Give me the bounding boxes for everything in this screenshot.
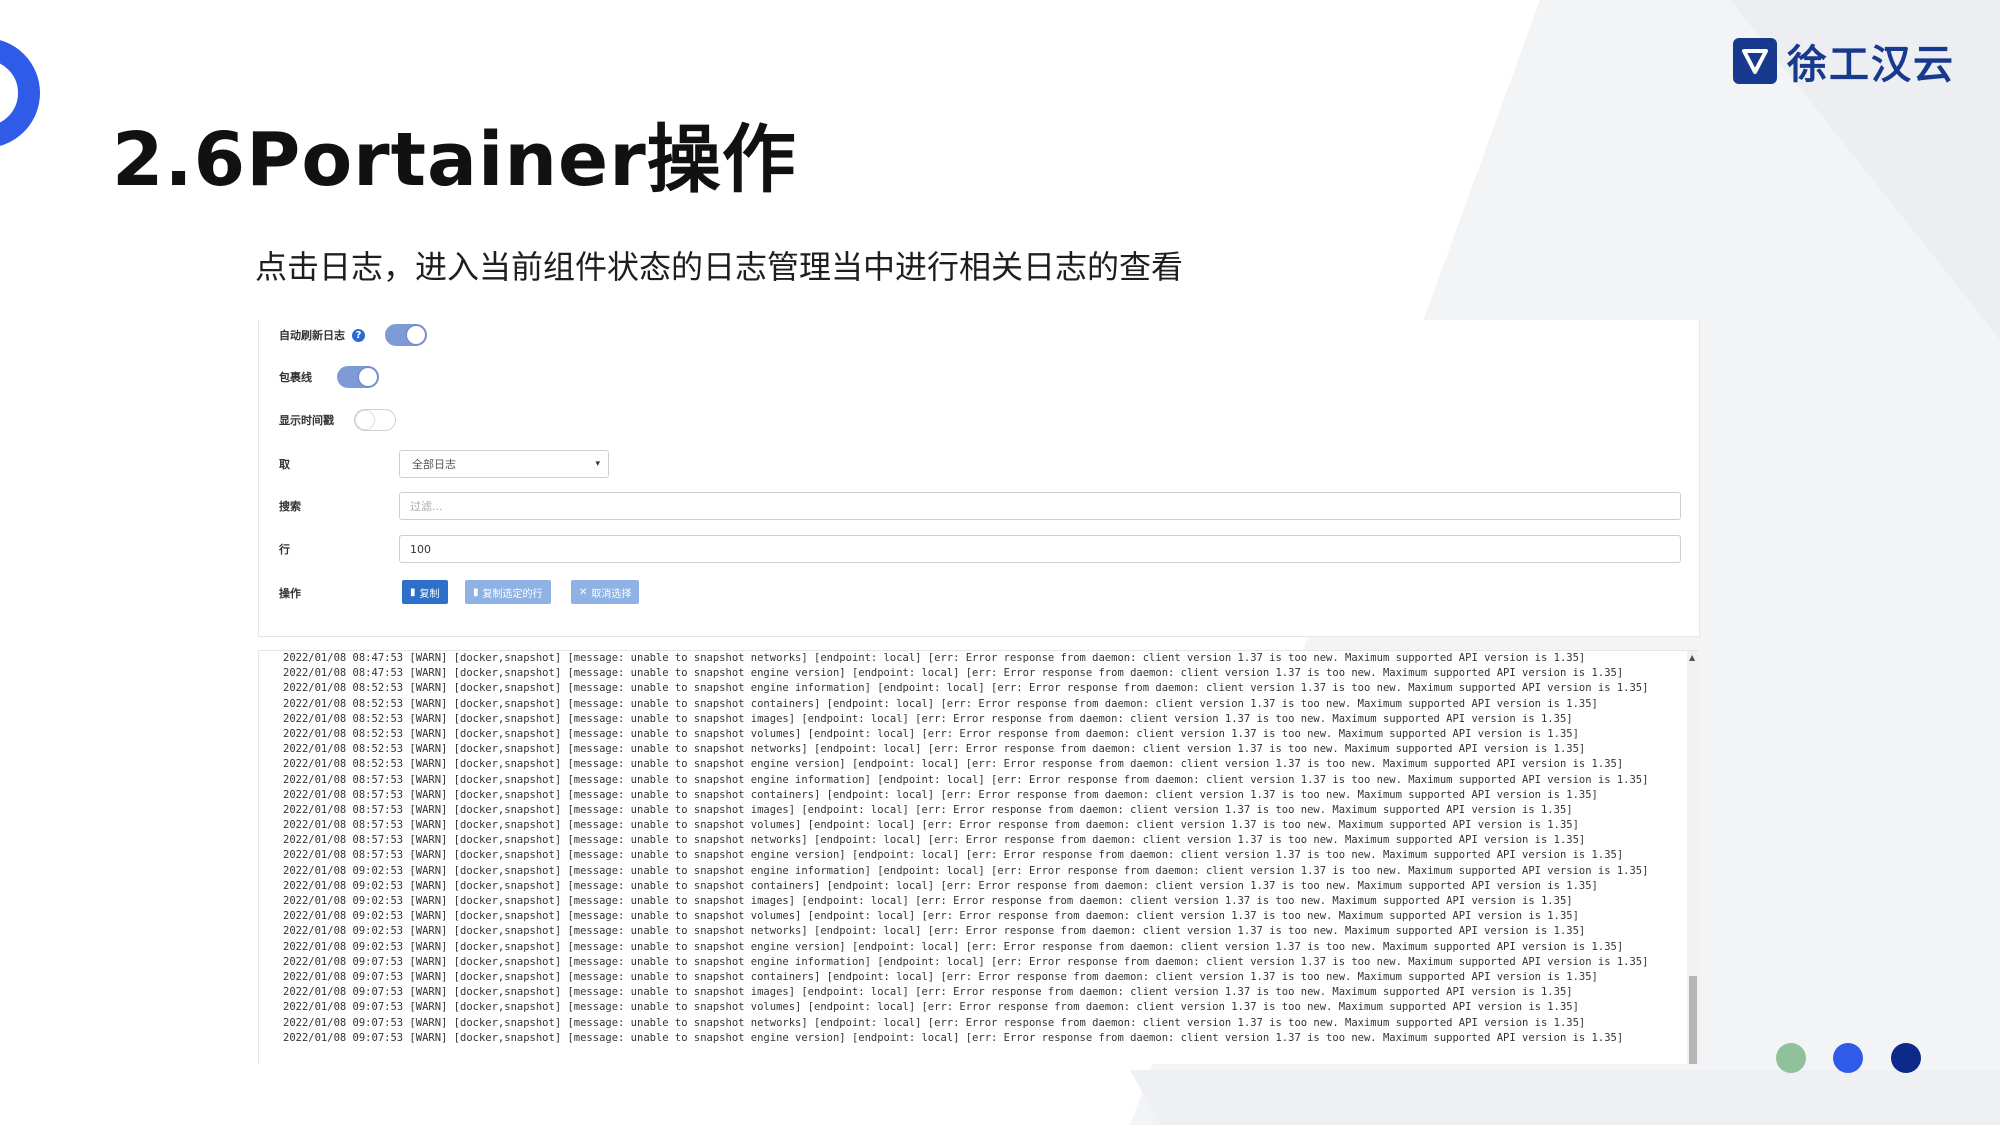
log-line[interactable]: 2022/01/08 08:57:53 [WARN] [docker,snaps… (283, 773, 1648, 788)
log-line[interactable]: 2022/01/08 08:52:53 [WARN] [docker,snaps… (283, 697, 1648, 712)
log-line[interactable]: 2022/01/08 08:47:53 [WARN] [docker,snaps… (283, 666, 1648, 681)
unselect-button[interactable]: ✕ 取消选择 (571, 580, 640, 604)
chevron-down-icon: ▾ (595, 459, 600, 469)
fetch-select-value: 全部日志 (412, 458, 456, 471)
scroll-up-icon[interactable]: ▲ (1689, 653, 1695, 662)
log-settings-panel: 自动刷新日志 ? 包裹线 显示时间戳 取 全部日志 ▾ 搜索 过滤... 行 1… (258, 320, 1700, 636)
decorative-dot-navy (1891, 1043, 1921, 1073)
search-row: 搜索 (279, 498, 301, 514)
copy-selected-button[interactable]: ▮ 复制选定的行 (465, 580, 551, 604)
log-line[interactable]: 2022/01/08 08:52:53 [WARN] [docker,snaps… (283, 742, 1648, 757)
copy-button-label: 复制 (419, 588, 440, 600)
lines-row: 行 (279, 541, 290, 557)
toggle-knob (359, 368, 377, 386)
log-line[interactable]: 2022/01/08 09:02:53 [WARN] [docker,snaps… (283, 894, 1648, 909)
toggle-knob (407, 326, 425, 344)
decorative-dot-green (1776, 1043, 1806, 1073)
copy-button[interactable]: ▮ 复制 (402, 580, 448, 604)
log-line[interactable]: 2022/01/08 08:57:53 [WARN] [docker,snaps… (283, 818, 1648, 833)
log-line[interactable]: 2022/01/08 08:52:53 [WARN] [docker,snaps… (283, 727, 1648, 742)
actions-label: 操作 (279, 587, 301, 600)
log-output[interactable]: 2022/01/08 08:47:53 [WARN] [docker,snaps… (258, 650, 1699, 1064)
log-line[interactable]: 2022/01/08 09:02:53 [WARN] [docker,snaps… (283, 909, 1648, 924)
close-icon: ✕ (579, 586, 588, 598)
unselect-button-label: 取消选择 (591, 588, 632, 600)
timestamp-row: 显示时间戳 (279, 409, 396, 431)
log-line[interactable]: 2022/01/08 08:57:53 [WARN] [docker,snaps… (283, 848, 1648, 863)
auto-refresh-label: 自动刷新日志 (279, 329, 345, 342)
auto-refresh-toggle[interactable] (385, 324, 427, 346)
wrap-lines-row: 包裹线 (279, 366, 379, 388)
toggle-knob (356, 411, 374, 429)
fetch-label: 取 (279, 458, 290, 471)
log-lines: 2022/01/08 08:47:53 [WARN] [docker,snaps… (283, 651, 1648, 1046)
log-line[interactable]: 2022/01/08 09:07:53 [WARN] [docker,snaps… (283, 1031, 1648, 1046)
search-label: 搜索 (279, 500, 301, 513)
log-line[interactable]: 2022/01/08 09:02:53 [WARN] [docker,snaps… (283, 924, 1648, 939)
log-line[interactable]: 2022/01/08 09:07:53 [WARN] [docker,snaps… (283, 970, 1648, 985)
decorative-dot-blue (1833, 1043, 1863, 1073)
log-line[interactable]: 2022/01/08 09:07:53 [WARN] [docker,snaps… (283, 985, 1648, 1000)
log-line[interactable]: 2022/01/08 08:57:53 [WARN] [docker,snaps… (283, 788, 1648, 803)
log-line[interactable]: 2022/01/08 09:07:53 [WARN] [docker,snaps… (283, 1016, 1648, 1031)
timestamp-toggle[interactable] (354, 409, 396, 431)
lines-label: 行 (279, 543, 290, 556)
log-scrollbar[interactable]: ▲ (1687, 651, 1699, 1064)
fetch-row: 取 (279, 456, 290, 472)
log-line[interactable]: 2022/01/08 09:02:53 [WARN] [docker,snaps… (283, 879, 1648, 894)
page-subtitle: 点击日志，进入当前组件状态的日志管理当中进行相关日志的查看 (255, 248, 1184, 286)
log-line[interactable]: 2022/01/08 09:07:53 [WARN] [docker,snaps… (283, 955, 1648, 970)
log-line[interactable]: 2022/01/08 08:57:53 [WARN] [docker,snaps… (283, 803, 1648, 818)
log-line[interactable]: 2022/01/08 08:52:53 [WARN] [docker,snaps… (283, 681, 1648, 696)
log-line[interactable]: 2022/01/08 09:02:53 [WARN] [docker,snaps… (283, 940, 1648, 955)
help-icon[interactable]: ? (352, 328, 365, 342)
wrap-lines-label: 包裹线 (279, 371, 312, 384)
log-line[interactable]: 2022/01/08 08:52:53 [WARN] [docker,snaps… (283, 757, 1648, 772)
log-line[interactable]: 2022/01/08 08:57:53 [WARN] [docker,snaps… (283, 833, 1648, 848)
page-title: 2.6Portainer操作 (112, 117, 797, 203)
auto-refresh-row: 自动刷新日志 ? (279, 324, 427, 346)
search-input[interactable]: 过滤... (399, 492, 1681, 520)
log-line[interactable]: 2022/01/08 09:07:53 [WARN] [docker,snaps… (283, 1000, 1648, 1015)
timestamp-label: 显示时间戳 (279, 414, 334, 427)
copy-icon: ▮ (473, 586, 479, 598)
copy-selected-button-label: 复制选定的行 (482, 588, 543, 600)
log-line[interactable]: 2022/01/08 08:52:53 [WARN] [docker,snaps… (283, 712, 1648, 727)
lines-input[interactable]: 100 (399, 535, 1681, 563)
fetch-select[interactable]: 全部日志 ▾ (399, 450, 609, 478)
copy-icon: ▮ (410, 586, 416, 598)
log-line[interactable]: 2022/01/08 08:47:53 [WARN] [docker,snaps… (283, 651, 1648, 666)
logo-text: 徐工汉云 (1787, 42, 1955, 88)
scrollbar-thumb[interactable] (1689, 976, 1697, 1064)
logo-mark-icon (1733, 38, 1777, 84)
log-line[interactable]: 2022/01/08 09:02:53 [WARN] [docker,snaps… (283, 864, 1648, 879)
actions-row: 操作 (279, 585, 301, 601)
brand-logo: 徐工汉云 (1733, 36, 1955, 88)
wrap-lines-toggle[interactable] (337, 366, 379, 388)
